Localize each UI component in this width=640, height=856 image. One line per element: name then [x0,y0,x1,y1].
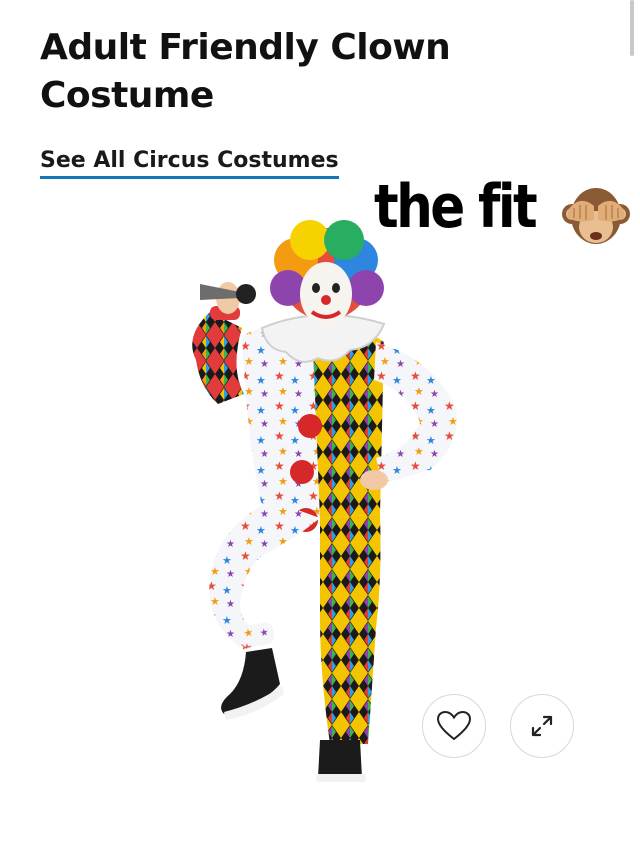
product-title: Adult Friendly Clown Costume [40,27,451,116]
heart-icon [437,711,471,741]
expand-arrows-icon [531,715,553,737]
see-all-circus-costumes-link[interactable]: See All Circus Costumes [40,148,339,179]
zoom-button[interactable] [510,694,574,758]
favorite-button[interactable] [422,694,486,758]
see-no-evil-monkey-icon [562,188,630,244]
scrollbar[interactable] [630,0,634,56]
